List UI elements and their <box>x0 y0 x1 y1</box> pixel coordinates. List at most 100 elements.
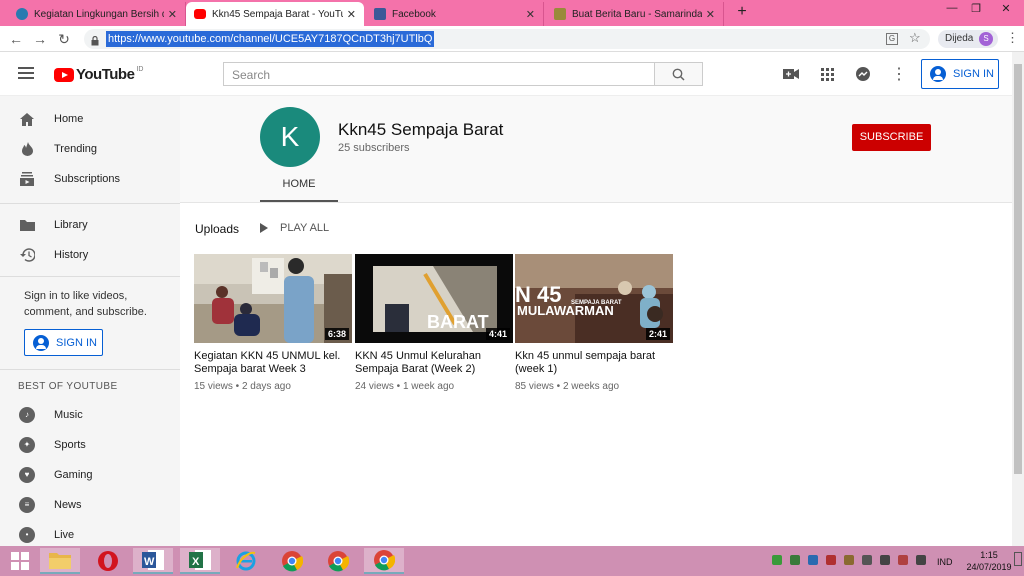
translate-icon[interactable]: G <box>886 33 898 45</box>
channel-avatar[interactable]: K <box>260 107 320 167</box>
play-all-button[interactable]: PLAY ALL <box>260 222 329 234</box>
video-duration: 2:41 <box>645 328 670 340</box>
url-text[interactable]: https://www.youtube.com/channel/UCE5AY71… <box>106 31 435 47</box>
close-icon[interactable]: ✕ <box>168 8 177 21</box>
tray-app-icon[interactable] <box>844 555 854 565</box>
tray-bluetooth-icon[interactable] <box>808 555 818 565</box>
taskbar-word[interactable]: W <box>133 548 173 574</box>
page-scrollbar-thumb[interactable] <box>1014 64 1022 474</box>
sports-icon: ✦ <box>19 437 35 453</box>
sidebar-sign-in-button[interactable]: SIGN IN <box>24 329 103 356</box>
sidebar-item-music[interactable]: ♪ Music <box>0 400 180 430</box>
hamburger-menu-icon[interactable] <box>18 67 34 79</box>
tray-security-icon[interactable] <box>790 555 800 565</box>
taskbar-opera[interactable] <box>88 548 128 574</box>
flame-icon <box>19 141 35 157</box>
start-button[interactable] <box>0 548 40 574</box>
sidebar-item-library[interactable]: Library <box>0 210 180 240</box>
create-video-icon[interactable] <box>781 64 801 84</box>
play-icon <box>260 223 268 233</box>
reload-icon[interactable]: ↻ <box>55 31 73 48</box>
close-icon[interactable]: ✕ <box>706 8 715 21</box>
volume-icon[interactable] <box>916 555 926 565</box>
close-icon[interactable]: ✕ <box>526 8 535 21</box>
video-meta: 15 views • 2 days ago <box>194 381 291 392</box>
network-icon[interactable] <box>880 555 890 565</box>
apps-grid-icon[interactable] <box>817 64 837 84</box>
excel-icon: X <box>189 550 211 570</box>
search-button[interactable] <box>654 62 703 86</box>
video-thumbnail[interactable]: 6:38 <box>194 254 352 343</box>
sidebar-item-sports[interactable]: ✦ Sports <box>0 430 180 460</box>
chrome-icon <box>328 551 349 572</box>
svg-text:X: X <box>192 556 200 568</box>
browser-menu-icon[interactable]: ⋮ <box>1006 31 1019 45</box>
restore-button[interactable]: ❐ <box>964 2 988 15</box>
sidebar-item-home[interactable]: Home <box>0 104 180 134</box>
sidebar-item-subscriptions[interactable]: Subscriptions <box>0 164 180 194</box>
best-of-youtube-heading: BEST OF YOUTUBE <box>18 381 118 392</box>
home-icon <box>19 111 35 127</box>
tray-app-icon[interactable] <box>826 555 836 565</box>
tab-title: Kegiatan Lingkungan Bersih dan <box>34 8 164 20</box>
account-icon <box>930 66 946 82</box>
sidebar-item-trending[interactable]: Trending <box>0 134 180 164</box>
video-title[interactable]: Kkn 45 unmul sempaja barat (week 1) <box>515 350 673 376</box>
subscribe-button[interactable]: SUBSCRIBE <box>852 124 931 151</box>
sidebar-item-history[interactable]: History <box>0 240 180 270</box>
tab-title: Kkn45 Sempaja Barat - YouTube <box>212 8 343 20</box>
music-icon: ♪ <box>19 407 35 423</box>
window-close-button[interactable]: ✕ <box>994 2 1018 15</box>
tab-home[interactable]: HOME <box>260 178 338 202</box>
sidebar-item-label: Library <box>54 219 88 231</box>
sidebar-item-gaming[interactable]: ♥ Gaming <box>0 460 180 490</box>
logo-text: YouTube <box>76 66 135 83</box>
taskbar-chrome-1[interactable] <box>272 548 312 574</box>
forward-arrow-icon[interactable]: → <box>31 31 49 47</box>
bookmark-star-icon[interactable]: ☆ <box>909 30 921 46</box>
settings-more-icon[interactable]: ⋮ <box>889 64 909 84</box>
video-meta: 24 views • 1 week ago <box>355 381 455 392</box>
sidebar-item-news[interactable]: ≡ News <box>0 490 180 520</box>
history-icon <box>19 247 35 263</box>
search-input[interactable]: Search <box>223 62 655 86</box>
sidebar-item-label: Sports <box>54 439 86 451</box>
taskbar-internet-explorer[interactable] <box>226 548 266 574</box>
video-thumbnail[interactable]: BARAT 4:41 <box>355 254 513 343</box>
country-code: ID <box>136 66 144 73</box>
tray-app-icon[interactable] <box>898 555 908 565</box>
channel-name: Kkn45 Sempaja Barat <box>338 120 504 139</box>
minimize-button[interactable]: — <box>940 2 964 14</box>
taskbar-excel[interactable]: X <box>180 548 220 574</box>
tray-app-icon[interactable] <box>772 555 782 565</box>
video-title[interactable]: Kegiatan KKN 45 UNMUL kel. Sempaja barat… <box>194 350 352 376</box>
video-title[interactable]: KKN 45 Unmul Kelurahan Sempaja Barat (We… <box>355 350 513 376</box>
back-arrow-icon[interactable]: ← <box>7 31 25 47</box>
messages-icon[interactable] <box>853 64 873 84</box>
taskbar-file-explorer[interactable] <box>40 548 80 574</box>
input-language[interactable]: IND <box>937 557 953 567</box>
profile-chip[interactable]: Dijeda S <box>938 30 998 48</box>
upload-age: 2 weeks ago <box>562 381 620 392</box>
browser-tab[interactable]: Facebook ✕ <box>366 2 544 26</box>
browser-tab[interactable]: Kegiatan Lingkungan Bersih dan ✕ <box>8 2 186 26</box>
sign-in-button[interactable]: SIGN IN <box>921 59 999 89</box>
tray-app-icon[interactable] <box>862 555 872 565</box>
taskbar-chrome-2[interactable] <box>318 548 358 574</box>
browser-tab[interactable]: Buat Berita Baru - Samarinda City ✕ <box>546 2 724 26</box>
browser-tab-active[interactable]: Kkn45 Sempaja Barat - YouTube ✕ <box>186 2 364 26</box>
sign-in-label: SIGN IN <box>56 336 97 349</box>
youtube-logo[interactable]: YouTube ID <box>54 66 143 83</box>
profile-name: Dijeda <box>945 33 974 44</box>
new-tab-button[interactable]: + <box>734 3 750 21</box>
taskbar-chrome-active[interactable] <box>364 548 404 574</box>
close-icon[interactable]: ✕ <box>347 8 356 21</box>
account-icon <box>33 334 49 351</box>
thumbnail-caption-sub: MULAWARMAN <box>517 303 614 318</box>
upload-age: 1 week ago <box>402 381 455 392</box>
notification-icon[interactable] <box>1014 552 1022 566</box>
clock[interactable]: 1:15 24/07/2019 <box>966 549 1012 573</box>
video-duration: 6:38 <box>324 328 349 340</box>
site-icon <box>554 8 566 20</box>
video-thumbnail[interactable]: N 45 SEMPAJA BARAT MULAWARMAN 2:41 <box>515 254 673 343</box>
